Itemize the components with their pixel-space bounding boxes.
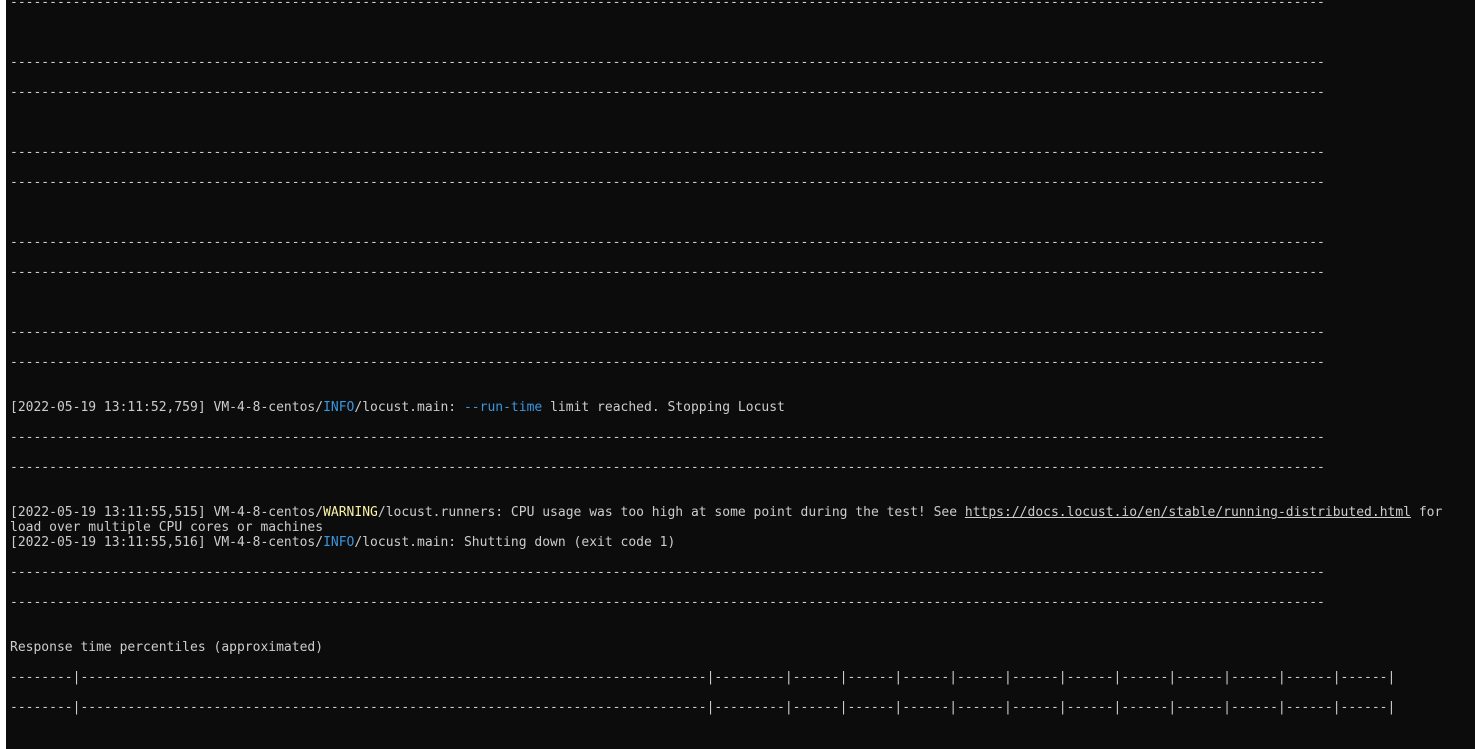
dash-separator: ----------------------------------------… xyxy=(10,235,1325,250)
log-segment: for xyxy=(1411,505,1443,520)
log-segment: INFO xyxy=(323,400,355,415)
dash-separator: ----------------------------------------… xyxy=(10,325,1325,340)
percentiles-title: Response time percentiles (approximated) xyxy=(10,640,324,655)
dash-separator: ----------------------------------------… xyxy=(10,0,1325,10)
dash-separator: ----------------------------------------… xyxy=(10,85,1325,100)
dash-separator: ----------------------------------------… xyxy=(10,565,1325,580)
terminal-window[interactable]: ----------------------------------------… xyxy=(0,0,1475,749)
log-segment: /locust.main: xyxy=(354,400,464,415)
log-segment: limit reached. Stopping Locust xyxy=(542,400,785,415)
log-segment: --run-time xyxy=(463,400,543,415)
dash-separator: ----------------------------------------… xyxy=(10,430,1325,445)
log-segment: INFO xyxy=(323,535,355,550)
log-line-shutdown: [2022-05-19 13:11:55,516] VM-4-8-centos/… xyxy=(10,535,675,550)
dash-separator: ----------------------------------------… xyxy=(10,175,1325,190)
log-line-run-time: [2022-05-19 13:11:52,759] VM-4-8-centos/… xyxy=(10,400,785,415)
dash-separator: ----------------------------------------… xyxy=(10,145,1325,160)
dash-separator: ----------------------------------------… xyxy=(10,460,1325,475)
log-segment: WARNING xyxy=(323,505,378,520)
log-line-warning: [2022-05-19 13:11:55,515] VM-4-8-centos/… xyxy=(10,505,1442,520)
dash-separator: ----------------------------------------… xyxy=(10,595,1325,610)
log-segment: [2022-05-19 13:11:55,515] VM-4-8-centos/ xyxy=(10,505,324,520)
log-line-warning-wrap: load over multiple CPU cores or machines xyxy=(10,520,324,535)
docs-link[interactable]: https://docs.locust.io/en/stable/running… xyxy=(965,505,1411,520)
window-edge xyxy=(0,0,6,749)
percentiles-separator: --------|-------------------------------… xyxy=(10,670,1396,685)
log-segment: [2022-05-19 13:11:52,759] VM-4-8-centos/ xyxy=(10,400,324,415)
percentiles-separator: --------|-------------------------------… xyxy=(10,700,1396,715)
dash-separator: ----------------------------------------… xyxy=(10,55,1325,70)
dash-separator: ----------------------------------------… xyxy=(10,355,1325,370)
log-segment: /locust.runners: CPU usage was too high … xyxy=(377,505,965,520)
log-segment: /locust.main: Shutting down (exit code 1… xyxy=(354,535,676,550)
dash-separator: ----------------------------------------… xyxy=(10,265,1325,280)
log-segment: [2022-05-19 13:11:55,516] VM-4-8-centos/ xyxy=(10,535,324,550)
